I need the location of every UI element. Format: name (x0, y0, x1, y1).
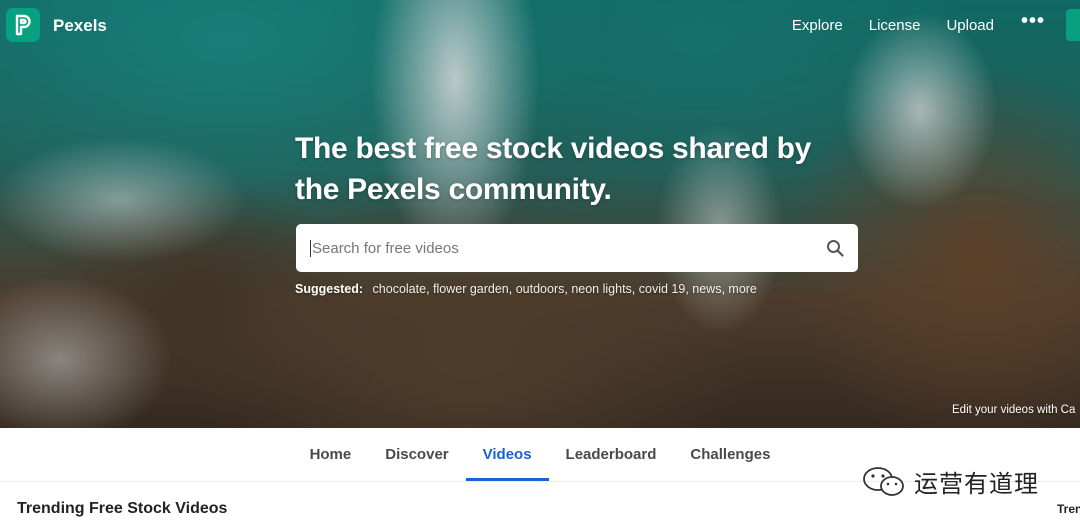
edit-videos-link[interactable]: Edit your videos with Ca (952, 404, 1075, 416)
brand-name[interactable]: Pexels (53, 16, 107, 36)
hero-banner: Pexels Explore License Upload ••• The be… (0, 0, 1080, 428)
search-input[interactable] (310, 239, 790, 257)
wechat-watermark: 运营有道理 (862, 464, 1039, 499)
tab-discover[interactable]: Discover (368, 428, 465, 481)
tab-challenges[interactable]: Challenges (673, 428, 787, 481)
pexels-logo-icon (15, 14, 31, 36)
suggestion-news[interactable]: news (692, 282, 721, 296)
top-nav: Explore License Upload ••• (766, 0, 1080, 50)
nav-license[interactable]: License (869, 17, 921, 34)
tab-videos[interactable]: Videos (465, 428, 549, 481)
nav-explore[interactable]: Explore (792, 17, 843, 34)
pexels-logo[interactable] (6, 8, 40, 42)
search-bar (296, 224, 858, 272)
suggestion-outdoors[interactable]: outdoors (516, 282, 565, 296)
trending-sort-dropdown[interactable]: Tren (1057, 502, 1080, 516)
wechat-icon (863, 466, 904, 496)
suggested-searches: Suggested: chocolate, flower garden, out… (295, 282, 757, 296)
join-button[interactable] (1066, 9, 1080, 41)
more-dots-icon[interactable]: ••• (1021, 10, 1045, 33)
search-icon[interactable] (826, 239, 844, 257)
nav-upload[interactable]: Upload (946, 17, 994, 34)
tab-home[interactable]: Home (293, 428, 369, 481)
hero-headline: The best free stock videos shared by the… (295, 132, 812, 206)
suggestion-more[interactable]: more (728, 282, 756, 296)
tab-leaderboard[interactable]: Leaderboard (549, 428, 674, 481)
suggestion-flower-garden[interactable]: flower garden (433, 282, 509, 296)
hero-overlay (0, 0, 1080, 428)
suggestion-chocolate[interactable]: chocolate (373, 282, 427, 296)
suggestion-covid-19[interactable]: covid 19 (639, 282, 686, 296)
section-title: Trending Free Stock Videos (17, 500, 228, 517)
watermark-text: 运营有道理 (914, 471, 1039, 498)
suggested-label: Suggested: (295, 282, 364, 296)
suggestion-neon-lights[interactable]: neon lights (571, 282, 631, 296)
